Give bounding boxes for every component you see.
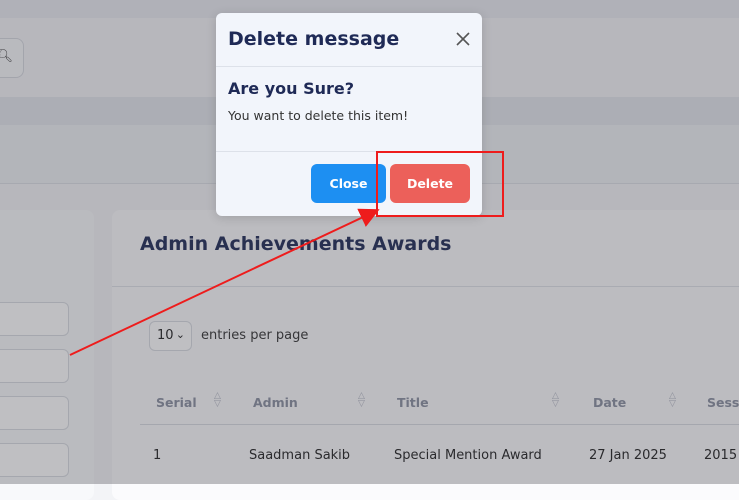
close-icon[interactable]	[453, 29, 473, 49]
modal-subtitle: Are you Sure?	[228, 79, 355, 98]
modal-message: You want to delete this item!	[228, 108, 409, 123]
modal-title: Delete message	[228, 28, 400, 50]
annotation-highlight-box	[376, 151, 504, 217]
modal-header-divider	[216, 66, 482, 67]
close-button[interactable]: Close	[311, 164, 386, 203]
